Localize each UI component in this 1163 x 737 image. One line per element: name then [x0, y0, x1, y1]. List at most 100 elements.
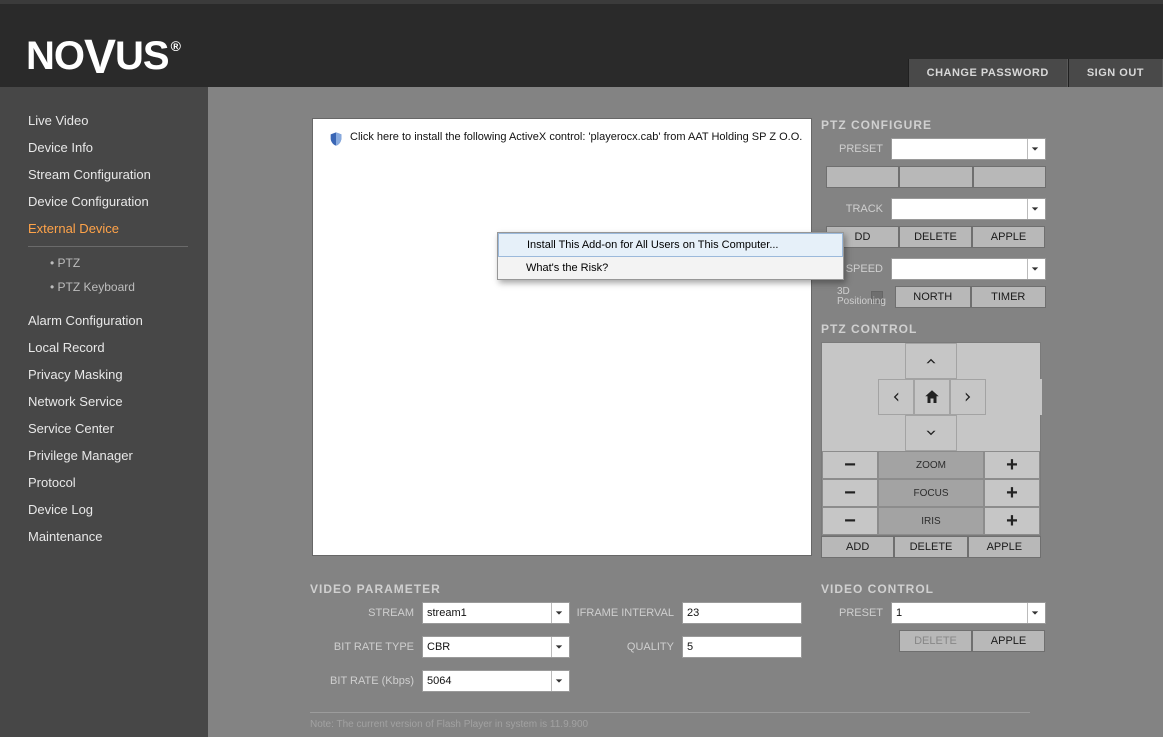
sidebar-item-alarm-configuration[interactable]: Alarm Configuration: [0, 307, 208, 334]
activex-context-menu: Install This Add-on for All Users on Thi…: [497, 232, 844, 280]
track-apple-button[interactable]: APPLE: [972, 226, 1045, 248]
ptz-right-button[interactable]: [950, 379, 986, 415]
video-control-title: VIDEO CONTROL: [821, 582, 1046, 596]
pad-empty: [822, 415, 905, 451]
dropdown-arrow-icon: [551, 603, 565, 623]
dropdown-arrow-icon: [551, 671, 565, 691]
activex-message-text: Click here to install the following Acti…: [350, 131, 802, 143]
video-control-panel: VIDEO CONTROL PRESET 1 DELETE APPLE: [821, 582, 1046, 652]
sidebar-item-live-video[interactable]: Live Video: [0, 107, 208, 134]
preset-btn-3[interactable]: [973, 166, 1046, 188]
stream-select[interactable]: stream1: [422, 602, 570, 624]
ptz-home-button[interactable]: [914, 379, 950, 415]
change-password-button[interactable]: CHANGE PASSWORD: [908, 59, 1068, 87]
pad-empty: [822, 343, 905, 379]
dropdown-arrow-icon: [1027, 139, 1041, 159]
track-delete-button[interactable]: DELETE: [899, 226, 972, 248]
ptz-control-panel: PTZ CONTROL: [821, 322, 1046, 558]
preset-btn-2[interactable]: [899, 166, 972, 188]
sidebar-item-network-service[interactable]: Network Service: [0, 388, 208, 415]
activex-install-bar[interactable]: Click here to install the following Acti…: [328, 131, 802, 147]
chevron-down-icon: [922, 424, 940, 442]
focus-label: FOCUS: [878, 479, 984, 507]
sidebar-subitem-ptz[interactable]: PTZ: [0, 251, 208, 275]
bitrate-label: BIT RATE (Kbps): [310, 675, 422, 687]
track-select[interactable]: [891, 198, 1046, 220]
sidebar-item-external-device[interactable]: External Device: [0, 215, 208, 242]
focus-minus-button[interactable]: −: [822, 479, 878, 507]
header: NOVUS® CHANGE PASSWORD SIGN OUT: [0, 4, 1163, 87]
bitrate-type-label: BIT RATE TYPE: [310, 641, 422, 653]
pad-empty: [957, 415, 1040, 451]
ctx-whats-the-risk[interactable]: What's the Risk?: [498, 257, 843, 279]
iframe-input[interactable]: [682, 602, 802, 624]
iris-label: IRIS: [878, 507, 984, 535]
sign-out-button[interactable]: SIGN OUT: [1068, 59, 1163, 87]
bitrate-type-select[interactable]: CBR: [422, 636, 570, 658]
ctx-install-addon[interactable]: Install This Add-on for All Users on Thi…: [498, 233, 843, 257]
dropdown-arrow-icon: [1027, 603, 1041, 623]
home-icon: [923, 388, 941, 406]
iframe-label: IFRAME INTERVAL: [570, 607, 682, 619]
vc-preset-select[interactable]: 1: [891, 602, 1046, 624]
stream-value: stream1: [427, 607, 467, 619]
video-area[interactable]: Click here to install the following Acti…: [312, 118, 812, 556]
ptz-apple-button[interactable]: APPLE: [968, 536, 1041, 558]
sidebar-item-device-configuration[interactable]: Device Configuration: [0, 188, 208, 215]
speed-select[interactable]: [891, 258, 1046, 280]
plus-icon: +: [1006, 510, 1018, 533]
preset-select[interactable]: [891, 138, 1046, 160]
plus-icon: +: [1006, 482, 1018, 505]
focus-plus-button[interactable]: +: [984, 479, 1040, 507]
sidebar-item-stream-configuration[interactable]: Stream Configuration: [0, 161, 208, 188]
ptz-pad: − ZOOM + − FOCUS + − IRIS +: [821, 342, 1041, 536]
ptz-down-button[interactable]: [905, 415, 957, 451]
ptz-left-button[interactable]: [878, 379, 914, 415]
chevron-up-icon: [922, 352, 940, 370]
timer-button[interactable]: TIMER: [971, 286, 1047, 308]
ptz-configure-title: PTZ CONFIGURE: [821, 118, 1046, 132]
quality-label: QUALITY: [570, 641, 682, 653]
footer-note: Note: The current version of Flash Playe…: [310, 712, 1030, 730]
ptz-add-button[interactable]: ADD: [821, 536, 894, 558]
sidebar-item-device-log[interactable]: Device Log: [0, 496, 208, 523]
video-parameter-panel: VIDEO PARAMETER STREAM stream1 IFRAME IN…: [310, 582, 810, 698]
zoom-plus-button[interactable]: +: [984, 451, 1040, 479]
bitrate-type-value: CBR: [427, 641, 450, 653]
pad-empty: [822, 379, 878, 415]
quality-input[interactable]: [682, 636, 802, 658]
chevron-right-icon: [959, 388, 977, 406]
sidebar-item-maintenance[interactable]: Maintenance: [0, 523, 208, 550]
dropdown-arrow-icon: [551, 637, 565, 657]
bitrate-select[interactable]: 5064: [422, 670, 570, 692]
sidebar-item-local-record[interactable]: Local Record: [0, 334, 208, 361]
sidebar-item-privilege-manager[interactable]: Privilege Manager: [0, 442, 208, 469]
preset-btn-1[interactable]: [826, 166, 899, 188]
vc-delete-button[interactable]: DELETE: [899, 630, 972, 652]
ptz-delete-button[interactable]: DELETE: [894, 536, 967, 558]
sidebar-item-privacy-masking[interactable]: Privacy Masking: [0, 361, 208, 388]
sidebar-subitem-ptz-keyboard[interactable]: PTZ Keyboard: [0, 275, 208, 299]
north-button[interactable]: NORTH: [895, 286, 971, 308]
minus-icon: −: [844, 454, 856, 477]
video-parameter-title: VIDEO PARAMETER: [310, 582, 810, 596]
minus-icon: −: [844, 510, 856, 533]
content: Click here to install the following Acti…: [208, 87, 1163, 737]
sidebar-item-device-info[interactable]: Device Info: [0, 134, 208, 161]
ptz-control-title: PTZ CONTROL: [821, 322, 1046, 336]
vc-apple-button[interactable]: APPLE: [972, 630, 1045, 652]
shield-icon: [328, 131, 344, 147]
pad-empty: [957, 343, 1040, 379]
logo: NOVUS®: [26, 26, 178, 81]
iris-plus-button[interactable]: +: [984, 507, 1040, 535]
zoom-minus-button[interactable]: −: [822, 451, 878, 479]
iris-minus-button[interactable]: −: [822, 507, 878, 535]
minus-icon: −: [844, 482, 856, 505]
ptz-up-button[interactable]: [905, 343, 957, 379]
ptz-configure-panel: PTZ CONFIGURE PRESET TRACK: [821, 118, 1046, 308]
dropdown-arrow-icon: [1027, 259, 1041, 279]
sidebar-item-service-center[interactable]: Service Center: [0, 415, 208, 442]
dropdown-arrow-icon: [1027, 199, 1041, 219]
bitrate-value: 5064: [427, 675, 451, 687]
sidebar-item-protocol[interactable]: Protocol: [0, 469, 208, 496]
